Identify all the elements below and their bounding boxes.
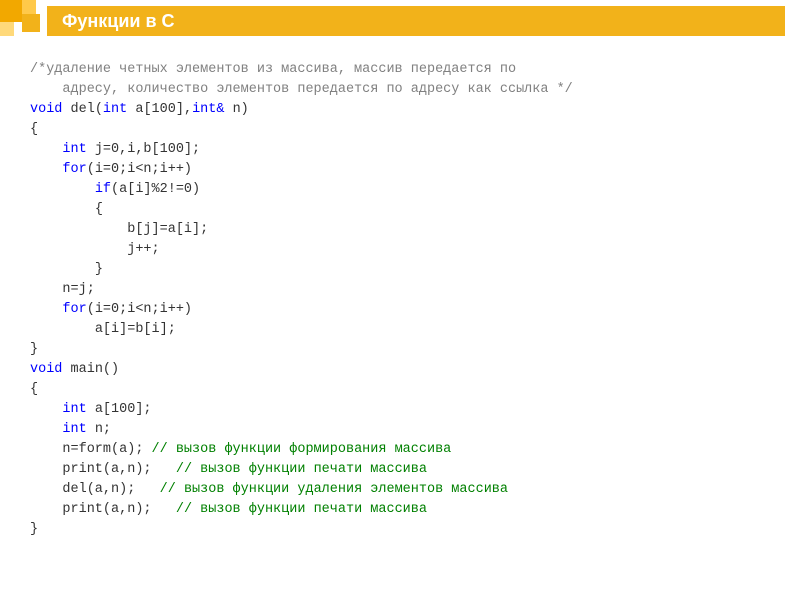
code-text: n=j; (62, 282, 94, 297)
code-text: { (30, 122, 38, 137)
code-comment: // вызов функции печати массива (176, 502, 427, 517)
code-text: { (30, 382, 38, 397)
deco-square (0, 22, 14, 36)
code-text: a[100]; (95, 402, 152, 417)
code-text: (a[i]%2!=0) (111, 182, 200, 197)
code-text: n; (95, 422, 111, 437)
code-comment: // вызов функции печати массива (176, 462, 427, 477)
code-text: print(a,n); (62, 502, 151, 517)
code-text: { (95, 202, 103, 217)
code-text: (i=0;i<n;i++) (87, 302, 192, 317)
code-text: print(a,n); (62, 462, 151, 477)
code-block: /*удаление четных элементов из массива, … (30, 60, 770, 540)
kw: int (103, 102, 127, 117)
code-text: } (30, 342, 38, 357)
code-text: } (95, 262, 103, 277)
code-comment: адресу, количество элементов передается … (30, 82, 573, 97)
code-text: n) (233, 102, 249, 117)
code-text: main() (71, 362, 120, 377)
code-text: del( (71, 102, 103, 117)
kw: if (95, 182, 111, 197)
code-text: j++; (127, 242, 159, 257)
code-text: } (30, 522, 38, 537)
code-text: n=form(a); (62, 442, 143, 457)
code-text: j=0,i,b[100]; (95, 142, 200, 157)
code-text: a[i]=b[i]; (95, 322, 176, 337)
deco-square (22, 14, 40, 32)
slide-title: Функции в С (62, 11, 175, 32)
title-bar: Функции в С (47, 6, 785, 36)
kw: void (30, 102, 62, 117)
deco-square (0, 0, 22, 22)
code-comment: /*удаление четных элементов из массива, … (30, 62, 516, 77)
kw: int (62, 422, 86, 437)
code-text: b[j]=a[i]; (127, 222, 208, 237)
kw: int (62, 142, 86, 157)
kw: int (62, 402, 86, 417)
code-text: del(a,n); (62, 482, 135, 497)
kw: for (62, 162, 86, 177)
code-comment: // вызов функции формирования массива (152, 442, 452, 457)
kw: for (62, 302, 86, 317)
kw: void (30, 362, 62, 377)
code-comment: // вызов функции удаления элементов масс… (160, 482, 508, 497)
slide: Функции в С /*удаление четных элементов … (0, 0, 800, 600)
deco-square (22, 0, 36, 14)
kw: int& (192, 102, 224, 117)
code-text: (i=0;i<n;i++) (87, 162, 192, 177)
code-text: a[100], (135, 102, 192, 117)
